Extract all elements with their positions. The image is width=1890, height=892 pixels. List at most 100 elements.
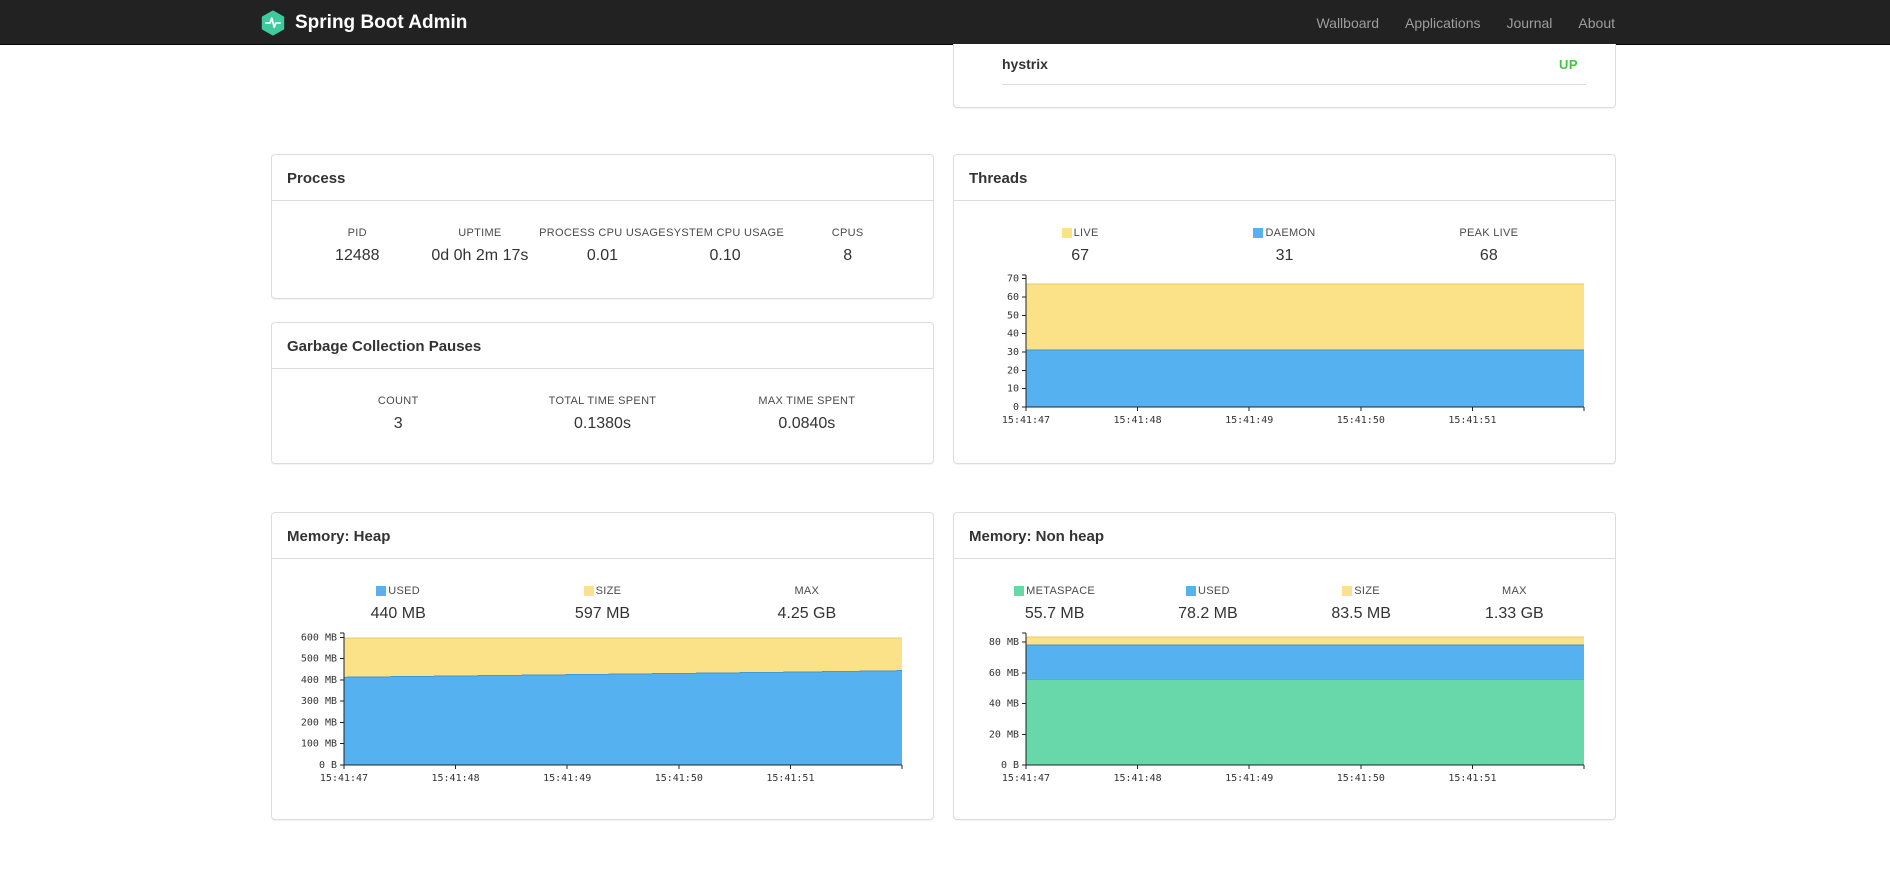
legend-label-row: DAEMON: [1182, 227, 1386, 239]
heap-chart: 0 B 100 MB 200 MB 300 MB 400 MB 500 MB 600 MB 1…: [272, 627, 933, 791]
brand-logo-icon: [260, 10, 286, 36]
legend-label: DAEMON: [1265, 227, 1316, 239]
legend-label: SIZE: [1354, 585, 1380, 597]
metric-value: 0.10: [709, 247, 741, 264]
metric-label: CPUS: [831, 227, 864, 239]
legend-label-row: METASPACE: [978, 585, 1131, 597]
svg-text:300 MB: 300 MB: [301, 696, 337, 707]
svg-text:0 B: 0 B: [319, 760, 337, 771]
metric-value: 0d 0h 2m 17s: [431, 247, 529, 264]
svg-text:600 MB: 600 MB: [301, 632, 337, 643]
legend-max: MAX 1.33 GB: [1438, 585, 1591, 623]
legend-label-row: PEAK LIVE: [1387, 227, 1591, 239]
svg-text:40 MB: 40 MB: [989, 699, 1019, 710]
application-panel: hystrix UP: [953, 44, 1616, 108]
panel-memory-heap: Memory: Heap USED 440 MB SIZE 597 MB MAX…: [271, 512, 934, 820]
legend-label: MAX: [794, 585, 820, 597]
legend-label-row: MAX: [1438, 585, 1591, 597]
svg-text:15:41:48: 15:41:48: [1114, 773, 1162, 784]
legend-label-row: USED: [296, 585, 500, 597]
panel-title: Garbage Collection Pauses: [272, 323, 933, 369]
metric-gc-max-time: MAX TIME SPENT 0.0840s: [705, 395, 909, 433]
legend-value: 78.2 MB: [1178, 605, 1238, 622]
nav-link-wallboard[interactable]: Wallboard: [1303, 15, 1392, 31]
nav-link-applications[interactable]: Applications: [1392, 15, 1494, 31]
metric-value: 3: [393, 415, 403, 432]
legend-label: SIZE: [595, 585, 622, 597]
metric-value: 0.01: [586, 247, 619, 264]
svg-text:20: 20: [1007, 365, 1019, 376]
svg-text:60 MB: 60 MB: [989, 668, 1019, 679]
legend-value: 68: [1479, 247, 1498, 264]
metric-label: UPTIME: [458, 227, 502, 239]
legend-value: 440 MB: [370, 605, 426, 622]
threads-legend: LIVE 67 DAEMON 31 PEAK LIVE 68: [954, 201, 1615, 265]
metric-value: 0.1380s: [574, 415, 631, 432]
svg-text:15:41:47: 15:41:47: [1002, 773, 1050, 784]
svg-text:15:41:48: 15:41:48: [432, 773, 480, 784]
metaspace-swatch-icon: [1014, 586, 1025, 596]
nav-link-about[interactable]: About: [1565, 15, 1628, 31]
panel-process: Process PID 12488 UPTIME 0d 0h 2m 17s PR…: [271, 154, 934, 299]
size-swatch-icon: [1342, 586, 1353, 596]
brand-link[interactable]: Spring Boot Admin: [260, 0, 467, 45]
svg-text:15:41:48: 15:41:48: [1114, 415, 1162, 426]
svg-text:200 MB: 200 MB: [301, 717, 337, 728]
svg-text:80 MB: 80 MB: [989, 637, 1019, 648]
live-swatch-icon: [1061, 228, 1072, 238]
svg-text:50: 50: [1007, 310, 1019, 321]
nav-link-journal[interactable]: Journal: [1493, 15, 1565, 31]
metric-value: 12488: [335, 247, 380, 264]
metric-gc-count: COUNT 3: [296, 395, 500, 433]
svg-text:15:41:49: 15:41:49: [543, 773, 591, 784]
svg-text:0 B: 0 B: [1001, 760, 1019, 771]
metric-process-cpu-usage: PROCESS CPU USAGE 0.01: [539, 227, 665, 265]
metric-system-cpu-usage: SYSTEM CPU USAGE 0.10: [664, 227, 787, 265]
legend-max: MAX 4.25 GB: [705, 585, 909, 623]
legend-size: SIZE 597 MB: [500, 585, 704, 623]
svg-text:15:41:51: 15:41:51: [1448, 773, 1496, 784]
legend-label-row: MAX: [705, 585, 909, 597]
svg-text:15:41:47: 15:41:47: [1002, 415, 1050, 426]
svg-text:15:41:50: 15:41:50: [655, 773, 703, 784]
svg-text:15:41:47: 15:41:47: [320, 773, 368, 784]
navbar-links: Wallboard Applications Journal About: [1303, 0, 1628, 45]
svg-text:0: 0: [1013, 402, 1019, 413]
metric-label: COUNT: [377, 395, 419, 407]
legend-peak-live: PEAK LIVE 68: [1387, 227, 1591, 265]
nonheap-legend: METASPACE 55.7 MB USED 78.2 MB SIZE 83.5…: [954, 559, 1615, 623]
panel-garbage-collection: Garbage Collection Pauses COUNT 3 TOTAL …: [271, 322, 934, 464]
svg-text:15:41:50: 15:41:50: [1337, 773, 1385, 784]
used-swatch-icon: [376, 586, 387, 596]
legend-label-row: SIZE: [1285, 585, 1438, 597]
svg-text:40: 40: [1007, 329, 1019, 340]
brand-title: Spring Boot Admin: [295, 11, 468, 33]
legend-used: USED 78.2 MB: [1131, 585, 1284, 623]
navbar: Spring Boot Admin Wallboard Applications…: [0, 0, 1890, 45]
legend-value: 67: [1071, 247, 1090, 264]
svg-text:15:41:51: 15:41:51: [1448, 415, 1496, 426]
legend-label: USED: [1197, 585, 1230, 597]
gc-metrics: COUNT 3 TOTAL TIME SPENT 0.1380s MAX TIM…: [272, 369, 933, 433]
svg-text:20 MB: 20 MB: [989, 729, 1019, 740]
legend-size: SIZE 83.5 MB: [1285, 585, 1438, 623]
metric-uptime: UPTIME 0d 0h 2m 17s: [419, 227, 542, 265]
used-swatch-icon: [1185, 586, 1196, 596]
metric-label: SYSTEM CPU USAGE: [666, 227, 785, 239]
application-row[interactable]: hystrix UP: [1002, 44, 1586, 85]
legend-label: USED: [388, 585, 421, 597]
metric-label: TOTAL TIME SPENT: [548, 395, 657, 407]
metric-pid: PID 12488: [296, 227, 419, 265]
legend-value: 83.5 MB: [1331, 605, 1391, 622]
legend-used: USED 440 MB: [296, 585, 500, 623]
legend-live: LIVE 67: [978, 227, 1182, 265]
svg-text:400 MB: 400 MB: [301, 675, 337, 686]
status-badge: UP: [1558, 56, 1578, 72]
metric-value: 0.0840s: [778, 415, 836, 432]
panel-title: Threads: [954, 155, 1615, 201]
svg-text:10: 10: [1007, 384, 1019, 395]
svg-text:500 MB: 500 MB: [301, 654, 337, 665]
legend-value: 31: [1275, 247, 1294, 264]
size-swatch-icon: [583, 586, 594, 596]
svg-text:15:41:49: 15:41:49: [1225, 415, 1273, 426]
